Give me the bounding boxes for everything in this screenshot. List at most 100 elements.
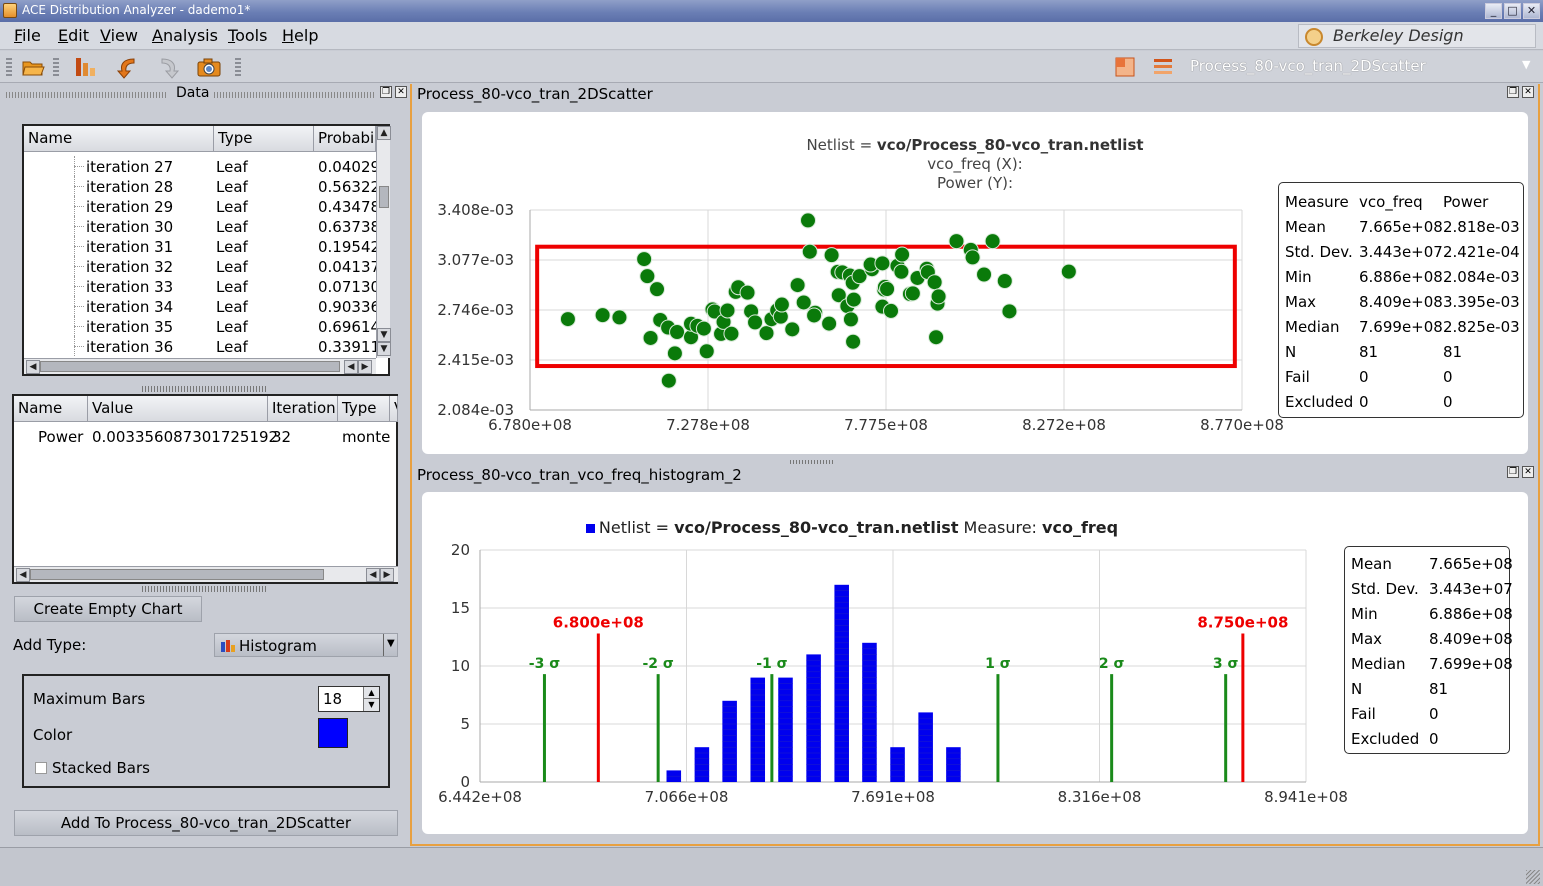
undo-icon[interactable] (114, 54, 140, 80)
toolbar-grip[interactable] (6, 58, 12, 76)
scroll-down-icon[interactable]: ▼ (377, 342, 391, 356)
stats-value: 81 (1429, 680, 1449, 698)
scroll-thumb[interactable] (30, 569, 324, 580)
tree-row[interactable]: iteration 28 Leaf 0.56322 (24, 176, 376, 196)
tree-row[interactable]: iteration 27 Leaf 0.04029 (24, 156, 376, 176)
tree-horizontal-scrollbar[interactable]: ◀ ◀ ▶ (24, 358, 376, 374)
tree-guide (74, 346, 84, 347)
stats-value: 3.443e+07 (1359, 243, 1443, 261)
menu-file[interactable]: File (10, 26, 45, 45)
tree-vertical-scrollbar[interactable]: ▲ ▼ ▼ (376, 126, 391, 358)
decrement-icon[interactable]: ▼ (363, 699, 379, 711)
redo-icon[interactable] (156, 54, 182, 80)
splitter-grip[interactable] (142, 386, 266, 392)
scroll-left-icon[interactable]: ◀ (344, 360, 358, 374)
scatter-point (660, 372, 677, 389)
close-icon[interactable]: ✕ (1522, 466, 1534, 478)
max-bars-stepper[interactable]: 18 ▲ ▼ (318, 686, 380, 712)
column-header-v[interactable]: V (390, 396, 398, 422)
add-type-select[interactable]: Histogram ▼ (214, 633, 398, 657)
detail-cell-type: monte (342, 428, 391, 446)
scatter-point (984, 233, 1001, 250)
open-folder-icon[interactable] (20, 54, 46, 80)
column-header-type[interactable]: Type (338, 396, 390, 422)
column-header-value[interactable]: Value (88, 396, 268, 422)
chevron-down-icon: ▼ (387, 638, 395, 649)
tree-row[interactable]: iteration 32 Leaf 0.04137 (24, 256, 376, 276)
menu-edit[interactable]: Edit (54, 26, 93, 45)
x-tick-label: 8.770e+08 (1200, 416, 1284, 434)
stats-label: Median (1285, 318, 1340, 336)
minimize-icon[interactable]: _ (1485, 3, 1502, 19)
restore-icon[interactable]: ❐ (380, 86, 392, 98)
scroll-right-icon[interactable]: ▶ (380, 568, 394, 582)
tree-row[interactable]: iteration 36 Leaf 0.33911 (24, 336, 376, 356)
scroll-left-icon[interactable]: ◀ (26, 360, 40, 374)
stats-value: 8.409e+08 (1359, 293, 1443, 311)
scatter-point (930, 288, 947, 305)
scatter-point (642, 329, 659, 346)
scroll-down-icon[interactable]: ▼ (377, 328, 391, 342)
splitter-grip[interactable] (142, 586, 266, 592)
menu-view[interactable]: View (96, 26, 142, 45)
chart-list-icon[interactable] (1150, 54, 1176, 80)
scatter-point (928, 329, 945, 346)
menu-label: iew (110, 26, 138, 45)
stats-label: Fail (1351, 705, 1376, 723)
scatter-point (1001, 303, 1018, 320)
tree-cell-name: iteration 31 (86, 238, 174, 256)
tree-cell-type: Leaf (216, 218, 248, 236)
column-header-name[interactable]: Name (24, 126, 214, 152)
tree-row[interactable]: iteration 33 Leaf 0.07130 (24, 276, 376, 296)
close-icon[interactable]: ✕ (1523, 3, 1540, 19)
create-empty-chart-button[interactable]: Create Empty Chart (14, 596, 202, 622)
max-bars-value[interactable]: 18 (323, 690, 342, 708)
column-header-iteration[interactable]: Iteration (268, 396, 338, 422)
scroll-thumb[interactable] (379, 186, 389, 208)
increment-icon[interactable]: ▲ (363, 687, 379, 699)
menu-help[interactable]: Help (278, 26, 322, 45)
close-icon[interactable]: ✕ (395, 86, 407, 98)
restore-icon[interactable]: ❐ (1507, 86, 1519, 98)
scroll-thumb[interactable] (40, 361, 340, 372)
close-icon[interactable]: ✕ (1522, 86, 1534, 98)
column-header-type[interactable]: Type (214, 126, 314, 152)
column-header-name[interactable]: Name (14, 396, 88, 422)
new-chart-icon[interactable] (72, 54, 98, 80)
color-swatch[interactable] (318, 718, 348, 748)
scroll-left-icon[interactable]: ◀ (366, 568, 380, 582)
scroll-up-icon[interactable]: ▲ (377, 126, 391, 140)
splitter-grip[interactable] (790, 460, 834, 464)
tree-row[interactable]: iteration 35 Leaf 0.69614 (24, 316, 376, 336)
resize-grip-icon[interactable] (1526, 870, 1540, 884)
scroll-left-icon[interactable]: ◀ (16, 568, 30, 582)
restore-icon[interactable]: ❐ (1507, 466, 1519, 478)
camera-icon[interactable] (196, 54, 222, 80)
tree-row[interactable]: iteration 34 Leaf 0.90336 (24, 296, 376, 316)
scatter-point (845, 291, 862, 308)
tree-row[interactable]: iteration 29 Leaf 0.43478 (24, 196, 376, 216)
tree-row[interactable]: iteration 31 Leaf 0.19542 (24, 236, 376, 256)
tree-row[interactable]: iteration 30 Leaf 0.63738 (24, 216, 376, 236)
histogram-chart: Netlist = vco/Process_80-vco_tran.netlis… (422, 492, 1528, 834)
menu-analysis[interactable]: Analysis (148, 26, 222, 45)
chart-color-icon[interactable] (1112, 54, 1138, 80)
x-tick-label: 6.442e+08 (438, 788, 522, 806)
add-to-chart-button[interactable]: Add To Process_80-vco_tran_2DScatter (14, 810, 398, 836)
selected-chart-label[interactable]: Process_80-vco_tran_2DScatter (1190, 57, 1426, 75)
chart-dropdown-arrow-icon[interactable]: ▼ (1522, 58, 1530, 71)
column-header-probability[interactable]: Probabi (314, 126, 376, 152)
scatter-point (636, 251, 653, 268)
detail-row[interactable]: Power 0.003356087301725192 32 monte (14, 426, 398, 446)
detail-horizontal-scrollbar[interactable]: ◀ ◀ ▶ (14, 566, 398, 582)
menu-tools[interactable]: Tools (224, 26, 271, 45)
stats-value: 7.665e+08 (1429, 555, 1513, 573)
scatter-point (883, 302, 900, 319)
scroll-right-icon[interactable]: ▶ (358, 360, 372, 374)
scatter-point (739, 284, 756, 301)
stacked-bars-checkbox[interactable] (35, 762, 47, 774)
scatter-point (666, 345, 683, 362)
tree-cell-name: iteration 30 (86, 218, 174, 236)
maximize-icon[interactable]: □ (1504, 3, 1521, 19)
panel-grip (214, 92, 374, 98)
